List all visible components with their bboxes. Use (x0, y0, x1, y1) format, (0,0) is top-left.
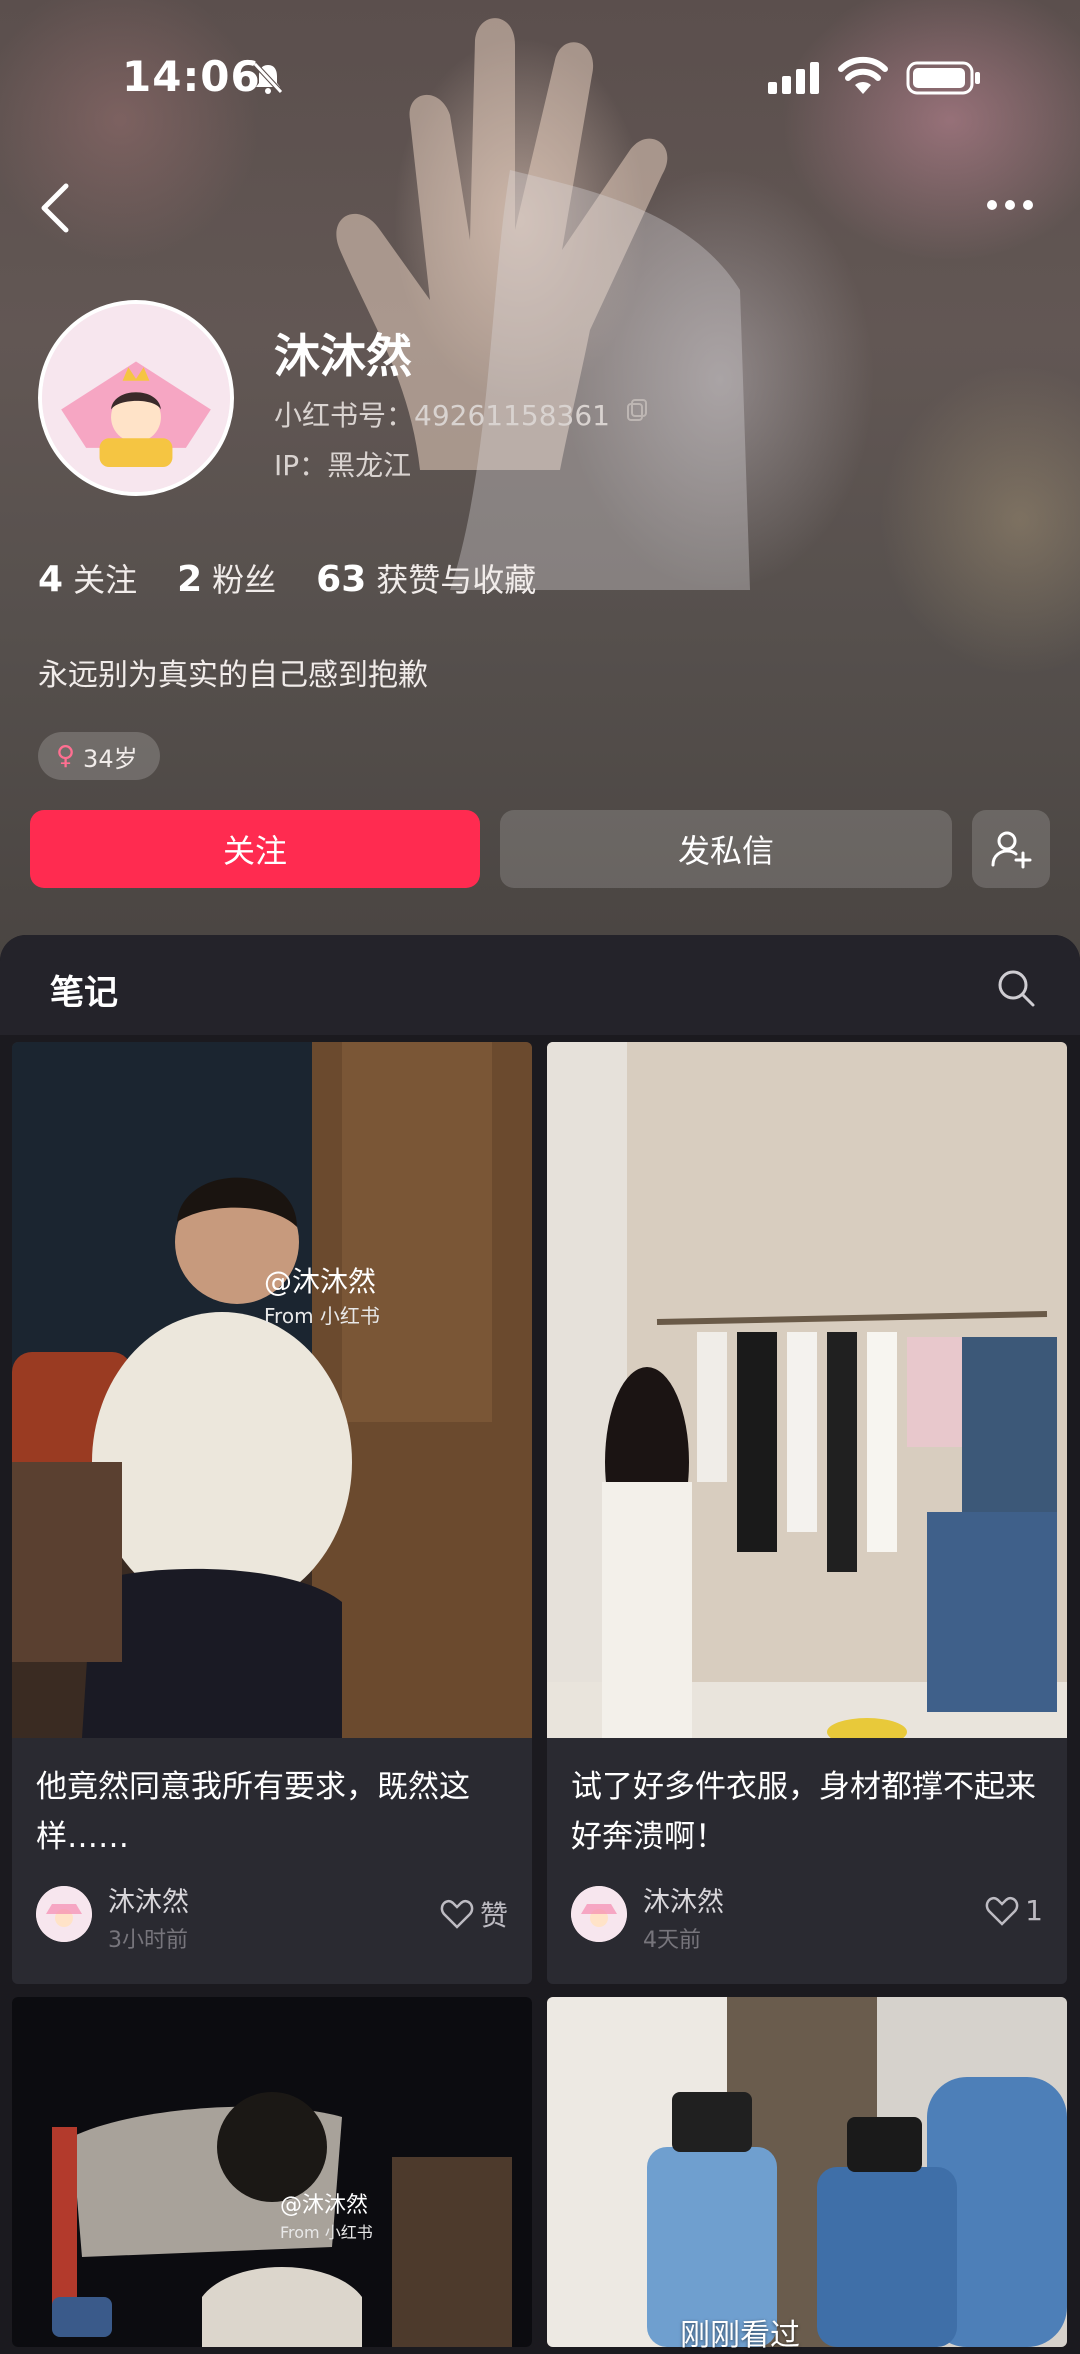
like-button[interactable]: 赞 (440, 1894, 508, 1934)
profile-avatar[interactable] (38, 300, 234, 496)
gender-age-tag: ♀ 34岁 (38, 732, 160, 780)
avatar-illustration (42, 304, 230, 492)
profile-name: 沐沐然 (274, 329, 412, 383)
note-time: 3小时前 (108, 1928, 188, 1953)
profile-stats: 4 关注 2 粉丝 63 获赞与收藏 (38, 555, 536, 601)
age-label: 34岁 (83, 744, 138, 773)
mute-bell-icon (253, 62, 283, 94)
follow-button[interactable]: 关注 (30, 810, 480, 888)
back-arrow-icon[interactable] (36, 180, 76, 236)
note-image (547, 1042, 1067, 1738)
ip-location: IP：黑龙江 (274, 449, 412, 482)
note-card[interactable]: 试了好多件衣服，身材都撑不起来好奔溃啊！ 沐沐然 4天前 1 (547, 1042, 1067, 1984)
wifi-icon (838, 56, 888, 94)
more-options-icon[interactable] (984, 195, 1036, 215)
message-button[interactable]: 发私信 (500, 810, 952, 888)
heart-icon (985, 1896, 1019, 1926)
heart-icon (440, 1899, 474, 1929)
status-time: 14:06 (122, 52, 261, 101)
stat-followers[interactable]: 2 粉丝 (177, 555, 276, 601)
profile-bio: 永远别为真实的自己感到抱歉 (38, 658, 428, 693)
note-title: 他竟然同意我所有要求，既然这样…… (36, 1769, 470, 1855)
stat-following[interactable]: 4 关注 (38, 555, 137, 601)
note-card[interactable] (547, 1997, 1067, 2347)
cellular-signal-icon (768, 62, 819, 94)
add-user-icon (991, 831, 1032, 869)
recently-viewed-label: 刚刚看过 (680, 2318, 800, 2353)
red-id: 小红书号：49261158361 (274, 399, 610, 432)
note-image (12, 1997, 532, 2347)
copy-icon[interactable] (626, 398, 648, 422)
add-friend-button[interactable] (972, 810, 1050, 888)
note-image (547, 1997, 1067, 2347)
note-card[interactable]: @沐沐然 From 小红书 (12, 1997, 532, 2347)
battery-icon (906, 61, 980, 95)
like-button[interactable]: 1 (985, 1894, 1043, 1927)
note-time: 4天前 (643, 1928, 701, 1953)
author-avatar[interactable] (36, 1886, 92, 1942)
tab-notes[interactable]: 笔记 (50, 965, 118, 1014)
cover-photo-veil (450, 170, 750, 590)
note-watermark: @沐沐然 From 小红书 (280, 2193, 373, 2242)
status-bar: 14:06 (0, 0, 1080, 150)
female-icon: ♀ (56, 741, 76, 771)
stat-likes-collects[interactable]: 63 获赞与收藏 (316, 555, 536, 601)
note-card[interactable]: @沐沐然 From 小红书 他竟然同意我所有要求，既然这样…… 沐沐然 3小时前… (12, 1042, 532, 1984)
note-watermark: @沐沐然 From 小红书 (264, 1265, 380, 1328)
search-icon[interactable] (996, 968, 1036, 1008)
note-image (12, 1042, 532, 1738)
author-avatar[interactable] (571, 1886, 627, 1942)
note-author[interactable]: 沐沐然 (108, 1880, 189, 1919)
note-author[interactable]: 沐沐然 (643, 1880, 724, 1919)
note-title: 试了好多件衣服，身材都撑不起来好奔溃啊！ (571, 1769, 1036, 1855)
notes-header (0, 935, 1080, 1035)
